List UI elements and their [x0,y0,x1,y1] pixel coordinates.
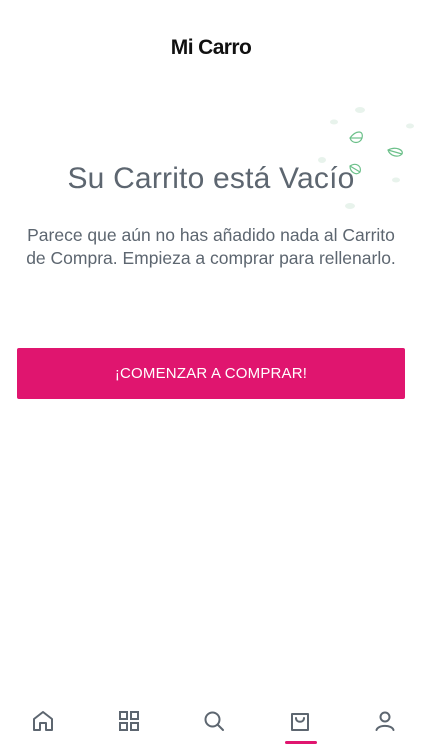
tab-home[interactable] [29,692,57,750]
tab-profile[interactable] [371,692,399,750]
tab-search[interactable] [200,692,228,750]
home-icon [33,711,53,731]
start-shopping-button[interactable]: ¡COMENZAR A COMPRAR! [17,348,405,399]
active-tab-indicator [284,741,317,744]
search-icon [204,711,224,731]
shopping-bag-icon [290,713,309,731]
leaves-decoration [318,107,414,209]
page-title: Mi Carro [170,36,252,59]
user-icon [375,711,395,731]
empty-cart-title: Su Carrito está Vacío [67,162,355,195]
tab-cart[interactable] [284,692,317,750]
grid-icon [118,711,139,731]
empty-cart-description: Parece que aún no has añadido nada al Ca… [26,225,396,268]
bottom-tab-bar [0,692,422,750]
tab-categories[interactable] [115,692,143,750]
